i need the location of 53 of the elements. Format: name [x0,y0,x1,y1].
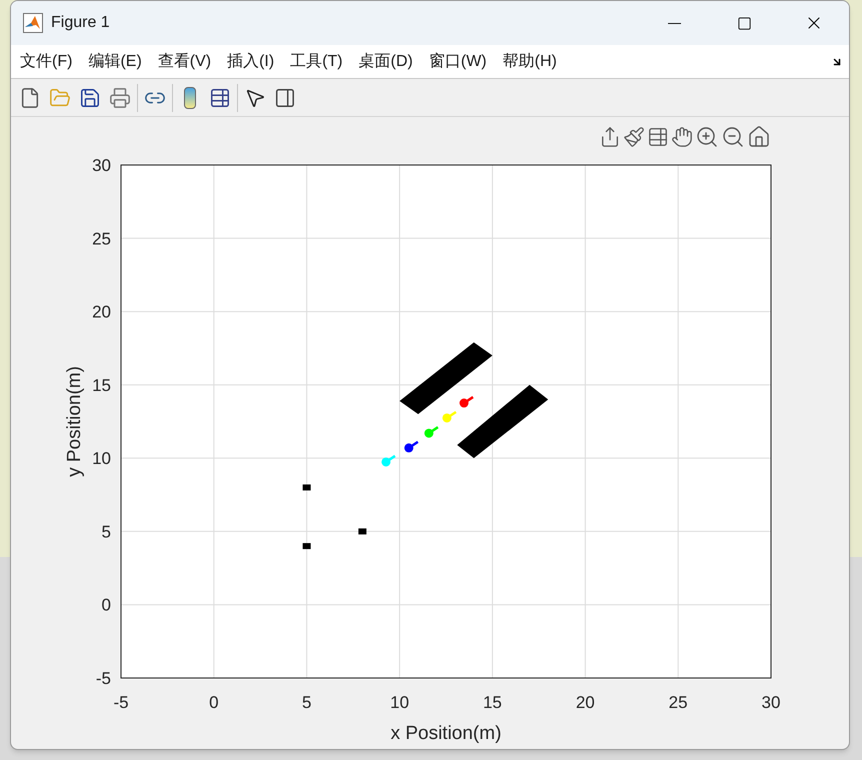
vehicle-marker [404,440,419,452]
y-tick-label: 15 [92,376,111,395]
panel-icon [274,86,296,108]
minimize-icon [668,22,680,24]
menu-item[interactable]: 窗口(W) [428,50,488,74]
export-icon[interactable] [599,126,621,148]
menu-item[interactable]: 插入(I) [226,50,276,74]
save-icon [79,86,101,108]
home-icon[interactable] [747,125,771,149]
brush-icon[interactable] [623,126,645,148]
maximize-icon [736,16,752,30]
zoom-in-icon[interactable] [695,125,719,149]
y-tick-label: 10 [92,449,111,468]
x-axis-label: x Position(m) [390,723,502,744]
menu-item[interactable]: 文件(F) [19,50,74,74]
y-tick-label: 25 [92,229,111,248]
vehicle-marker [442,410,457,422]
zoom-out-icon[interactable] [721,125,745,149]
x-tick-label: 25 [668,693,688,712]
x-tick-label: 10 [390,693,410,712]
vehicle-marker [460,396,474,408]
menu-item[interactable]: 查看(V) [156,50,212,74]
window-title: Figure 1 [51,13,110,33]
menu-item[interactable]: 编辑(E) [87,50,143,74]
point [382,457,391,466]
point [442,413,452,422]
point [460,398,469,408]
x-tick-label: -5 [113,693,129,712]
vehicle-marker [424,426,439,438]
y-tick-label: 5 [102,522,111,542]
pan-icon[interactable] [671,126,693,148]
menu-item[interactable]: 桌面(D) [358,50,414,74]
y-tick-label: 30 [92,156,111,175]
point [404,443,414,452]
x-tick-label: 30 [762,693,780,712]
printer-icon [109,86,131,108]
y-tick-label: 0 [102,596,111,615]
open-folder-icon [49,86,71,108]
landmark-marker [302,543,311,550]
legend-icon [209,86,231,108]
x-tick-label: 20 [576,693,595,712]
point [424,428,434,438]
x-tick-label: 15 [482,693,502,712]
y-axis-label: y Position(m) [64,366,85,477]
x-tick-label: 5 [302,693,312,712]
menu-item[interactable]: 工具(T) [289,50,344,74]
new-file-icon [19,86,41,108]
y-tick-label: -5 [96,669,111,688]
app-logo-icon [23,13,43,33]
x-tick-label: 0 [209,693,219,712]
y-tick-label: 20 [92,302,111,322]
vehicle-marker [382,454,396,466]
menu-item[interactable]: 帮助(H) [502,50,558,74]
